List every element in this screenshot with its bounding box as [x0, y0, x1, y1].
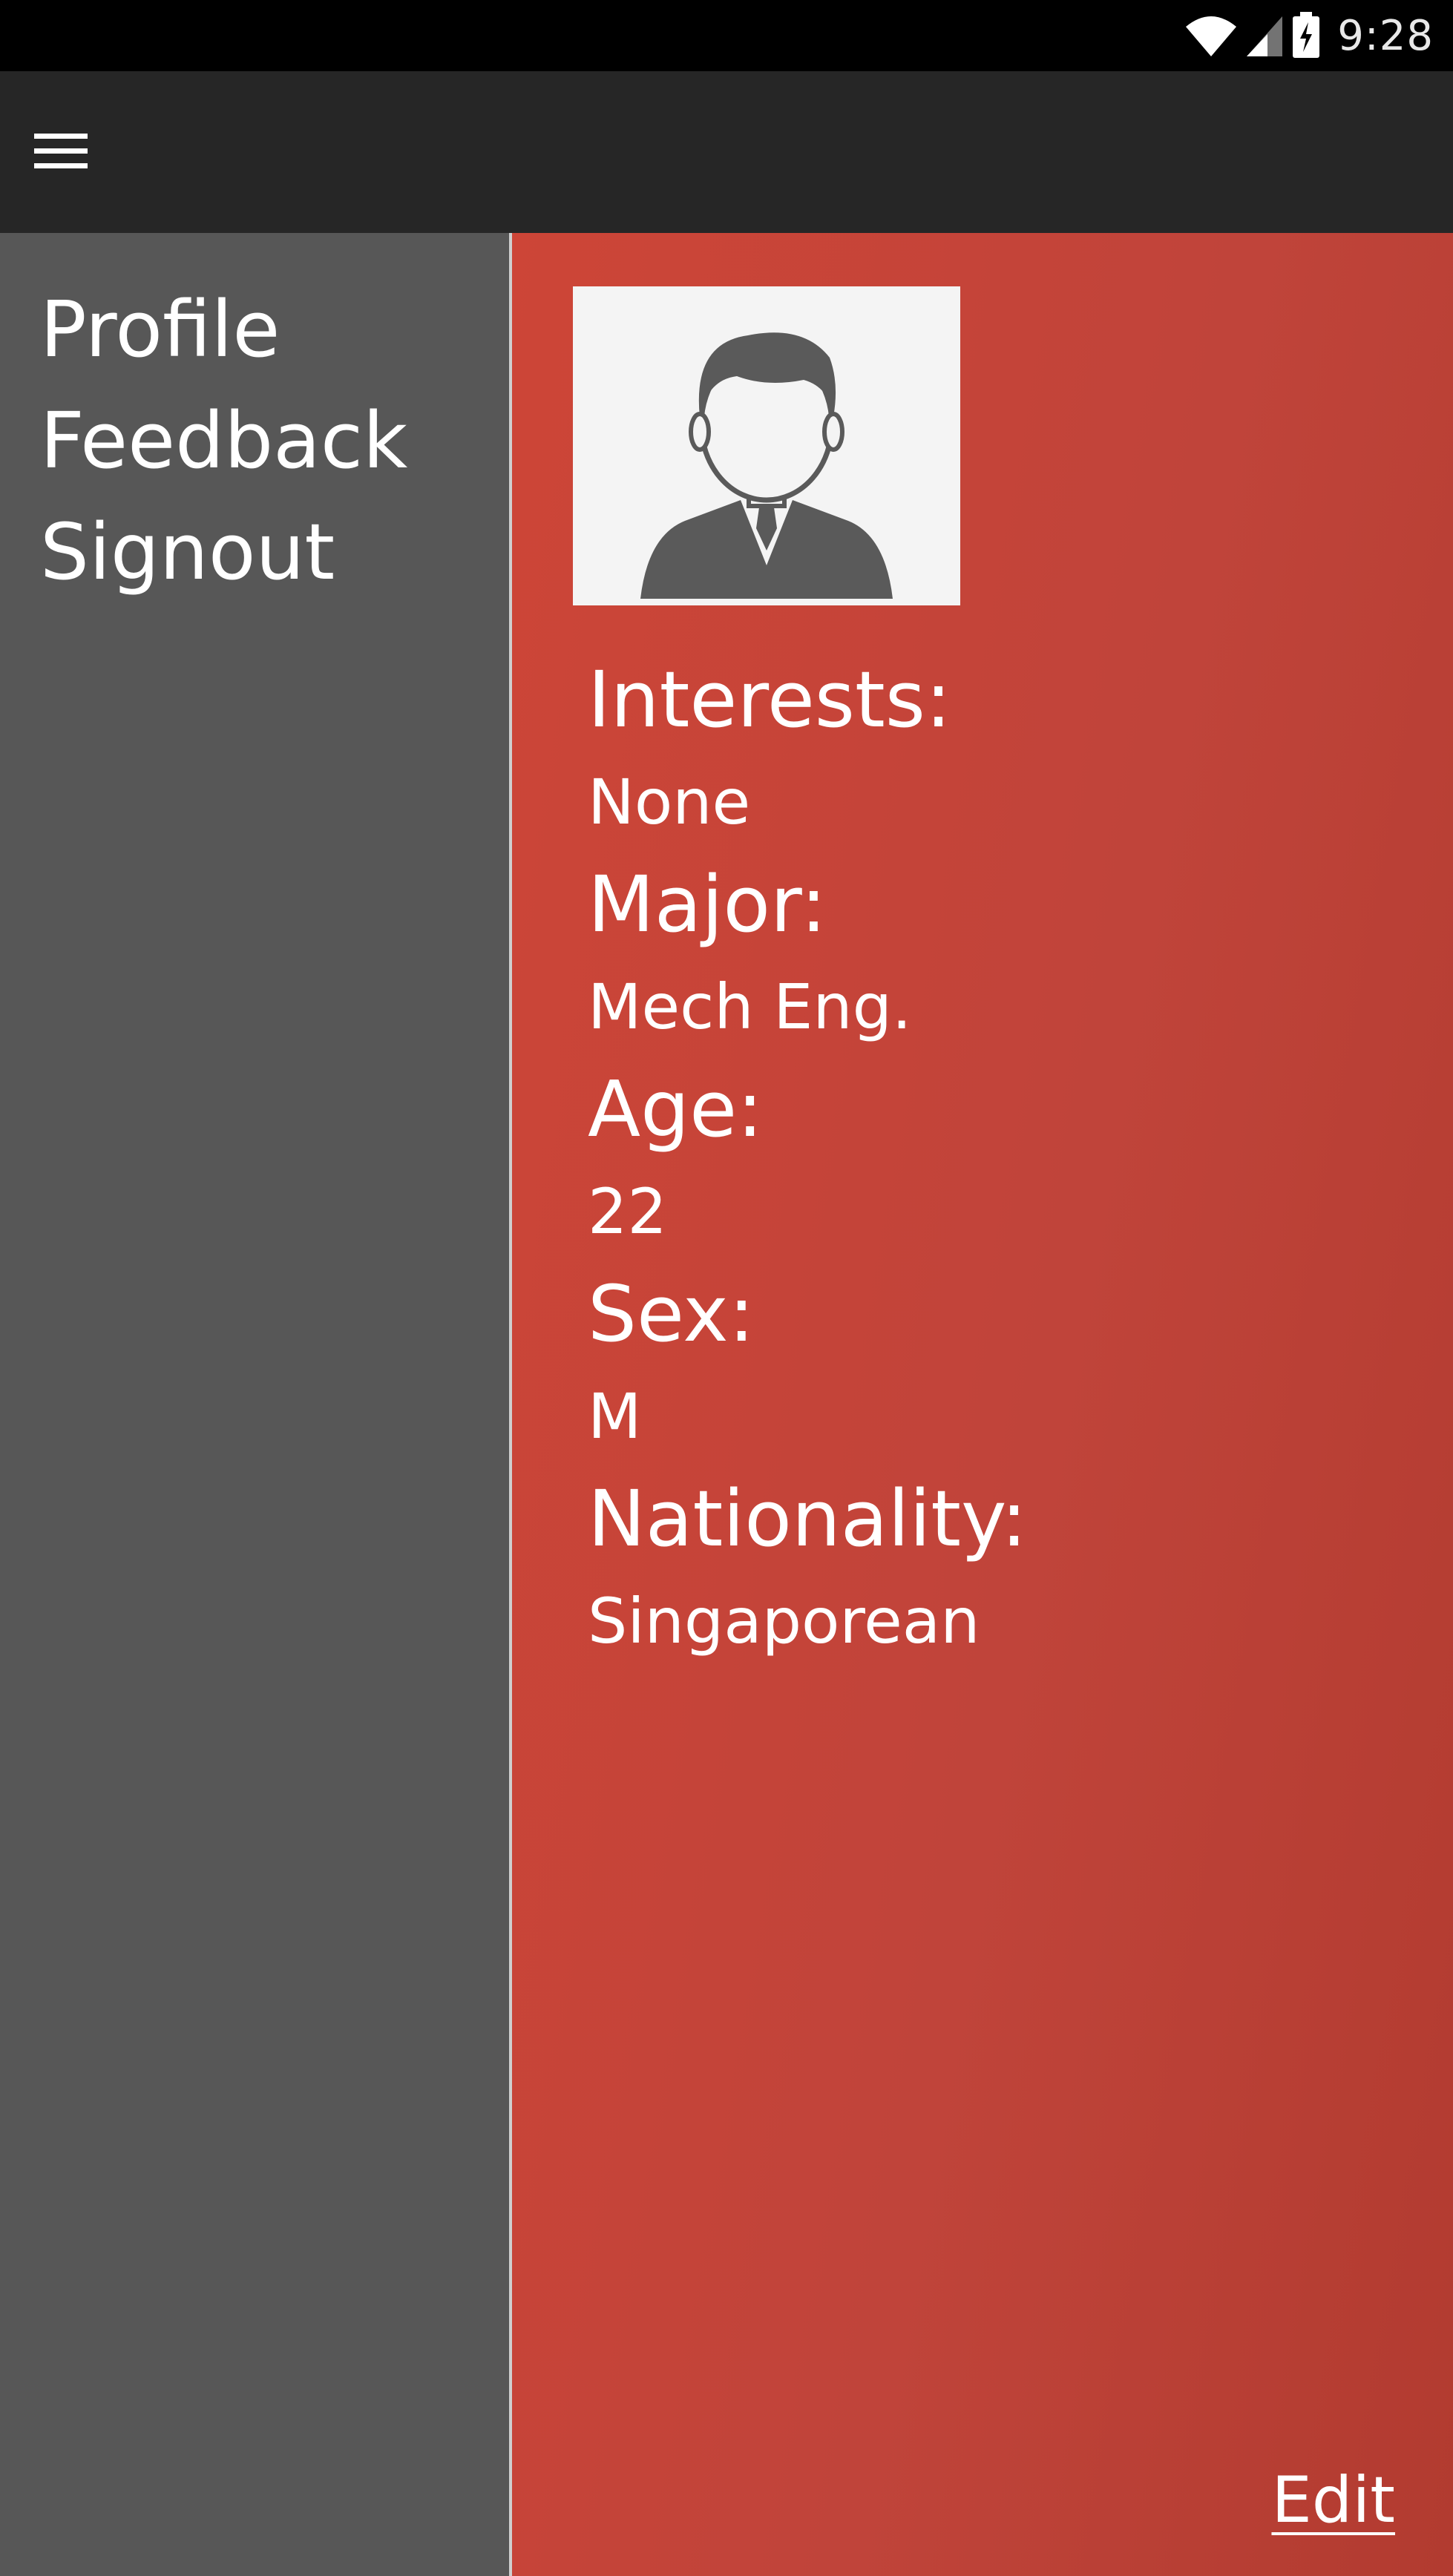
menu-button[interactable]: [25, 117, 96, 188]
nav-item-signout[interactable]: Signout: [40, 496, 407, 608]
user-avatar-icon: [618, 306, 915, 605]
age-label: Age:: [588, 1064, 764, 1154]
edit-link[interactable]: Edit: [1271, 2463, 1395, 2537]
major-value: Mech Eng.: [588, 970, 912, 1043]
status-bar: 9:28: [0, 0, 1453, 71]
app-bar: [0, 71, 1453, 233]
major-label: Major:: [588, 859, 827, 950]
hamburger-menu-icon: [34, 129, 88, 177]
wifi-icon: [1184, 13, 1238, 58]
interests-value: None: [588, 766, 751, 838]
nationality-value: Singaporean: [588, 1585, 980, 1657]
battery-charging-icon: [1291, 12, 1321, 59]
nationality-label: Nationality:: [588, 1473, 1028, 1564]
cell-signal-icon: [1245, 13, 1284, 58]
status-icons: 9:28: [1184, 6, 1434, 65]
avatar: [573, 286, 960, 605]
nav-list: Profile Feedback Signout: [40, 274, 407, 608]
age-value: 22: [588, 1175, 667, 1248]
nav-item-feedback[interactable]: Feedback: [40, 385, 407, 496]
nav-drawer: Profile Feedback Signout: [0, 233, 509, 2576]
nav-item-profile[interactable]: Profile: [40, 274, 407, 385]
status-time: 9:28: [1337, 11, 1434, 60]
app-screen: 9:28 Profile Feedback Signout Interests:…: [0, 0, 1453, 2576]
sex-value: M: [588, 1380, 642, 1453]
sex-label: Sex:: [588, 1269, 755, 1359]
profile-panel: Interests: None Major: Mech Eng. Age: 22…: [512, 233, 1453, 2576]
interests-label: Interests:: [588, 654, 951, 745]
profile-fields: Interests: None Major: Mech Eng. Age: 22…: [588, 648, 1027, 1672]
